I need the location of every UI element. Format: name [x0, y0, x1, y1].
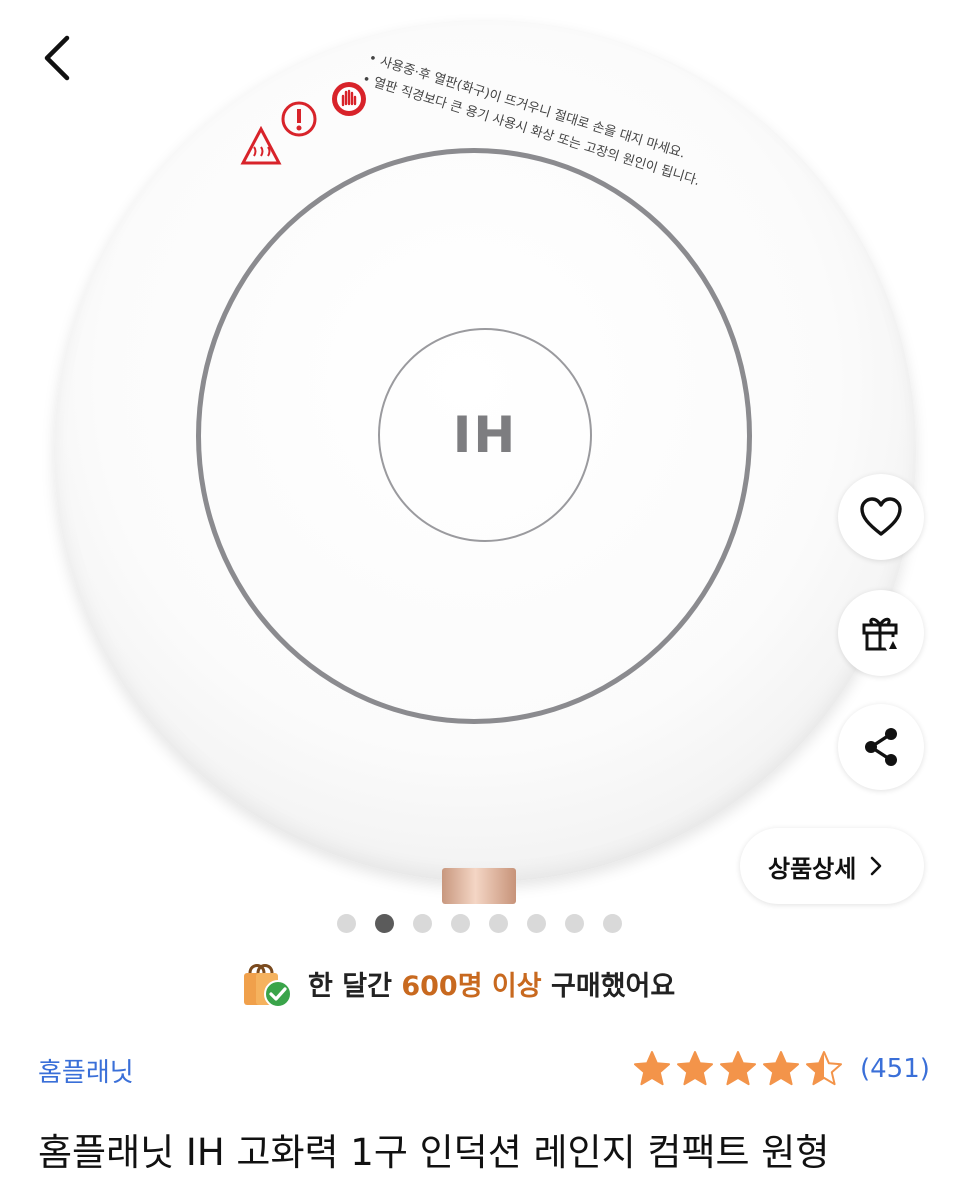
hot-surface-warning-icon [240, 126, 282, 165]
carousel-dot-5[interactable] [489, 914, 508, 933]
caution-warning-icon [281, 101, 317, 137]
purchase-count-badge: 한 달간 600명 이상 구매했어요 [240, 955, 675, 1011]
back-button[interactable] [36, 32, 80, 84]
purchase-highlight: 600명 이상 [401, 970, 542, 1002]
purchase-prefix: 한 달간 [308, 970, 392, 1002]
star-icon [720, 1051, 756, 1086]
gift-button[interactable] [838, 590, 924, 676]
carousel-dot-7[interactable] [565, 914, 584, 933]
product-title: 홈플래닛 IH 고화력 1구 인덕션 레인지 컴팩트 원형 [38, 1131, 830, 1174]
star-icon [634, 1051, 670, 1086]
carousel-dot-3[interactable] [413, 914, 432, 933]
share-button[interactable] [838, 704, 924, 790]
heart-icon [860, 497, 902, 536]
heating-zone-center: IH [378, 328, 592, 542]
shopping-bag-check-icon [244, 964, 292, 1008]
purchase-count-text: 한 달간 600명 이상 구매했어요 [308, 964, 675, 1003]
chevron-right-icon [871, 856, 882, 876]
gift-icon [862, 617, 901, 653]
share-icon [865, 728, 897, 766]
purchase-suffix: 구매했어요 [551, 970, 676, 1002]
review-count: (451) [860, 1054, 930, 1084]
seller-link[interactable]: 홈플래닛 [38, 1052, 134, 1089]
carousel-dot-2[interactable] [375, 914, 394, 933]
product-detail-label: 상품상세 [768, 854, 857, 883]
product-detail-button[interactable]: 상품상세 [740, 828, 924, 904]
wishlist-button[interactable] [838, 474, 924, 560]
control-knob [442, 868, 516, 904]
star-icon [677, 1051, 713, 1086]
chevron-left-icon [44, 35, 70, 81]
rating-summary[interactable]: (451) [632, 1046, 930, 1092]
star-rating [632, 1050, 844, 1088]
product-image-carousel[interactable]: • 사용중·후 열판(화구)이 뜨거우니 절대로 손을 대지 마세요. • 열판… [0, 0, 963, 904]
carousel-pagination [337, 914, 622, 933]
plate-ih-label: IH [452, 406, 518, 464]
carousel-dot-1[interactable] [337, 914, 356, 933]
star-icon [763, 1051, 799, 1086]
carousel-dot-6[interactable] [527, 914, 546, 933]
carousel-dot-8[interactable] [603, 914, 622, 933]
star-icon [806, 1051, 842, 1086]
carousel-dot-4[interactable] [451, 914, 470, 933]
